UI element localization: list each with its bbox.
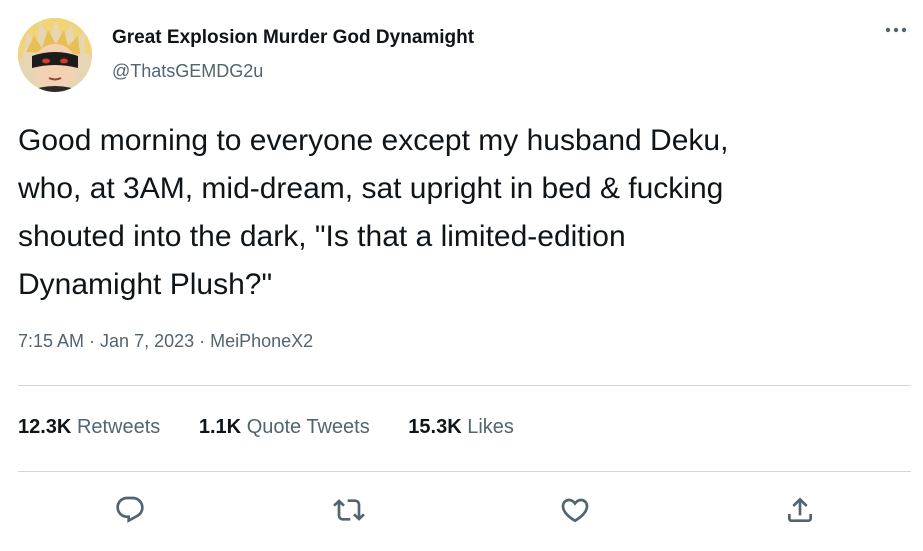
tweet-source[interactable]: MeiPhoneX2 [210,331,313,351]
like-button[interactable] [553,488,597,532]
retweet-icon [333,499,365,521]
engagement-stats: 12.3K Retweets 1.1K Quote Tweets 15.3K L… [18,416,547,439]
meta-separator: · [89,331,96,351]
meta-separator: · [199,331,206,351]
quote-tweets-label: Quote Tweets [246,416,370,438]
user-handle[interactable]: @ThatsGEMDG2u [112,61,263,82]
tweet-metadata: 7:15 AM · Jan 7, 2023 · MeiPhoneX2 [18,331,313,352]
tweet-time[interactable]: 7:15 AM [18,331,84,351]
tweet-card: Great Explosion Murder God Dynamight @Th… [0,0,923,551]
more-options-icon[interactable] [883,20,909,40]
reply-icon [116,496,144,523]
likes-label: Likes [467,416,514,438]
share-icon [788,497,812,522]
retweets-stat[interactable]: 12.3K Retweets [18,416,160,439]
divider [18,385,911,386]
divider [18,471,911,472]
quote-tweets-stat[interactable]: 1.1K Quote Tweets [199,416,370,439]
retweets-label: Retweets [76,416,161,438]
like-icon [561,498,589,523]
reply-button[interactable] [108,488,152,532]
quote-tweets-count: 1.1K [198,416,242,438]
tweet-date[interactable]: Jan 7, 2023 [100,331,194,351]
likes-count: 15.3K [408,416,462,438]
tweet-text: Good morning to everyone except my husba… [18,124,729,301]
likes-stat[interactable]: 15.3K Likes [408,416,514,439]
avatar[interactable] [18,18,92,92]
share-button[interactable] [778,488,822,532]
retweet-button[interactable] [327,488,371,532]
retweets-count: 12.3K [18,416,72,438]
display-name[interactable]: Great Explosion Murder God Dynamight [112,27,474,49]
avatar-image [18,18,92,92]
